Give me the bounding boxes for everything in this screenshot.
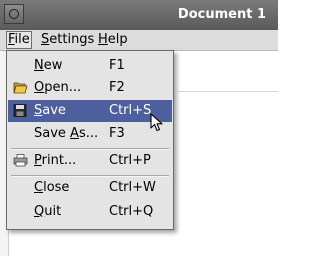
menu-file[interactable]: File [6, 31, 32, 49]
menu-item-save-shortcut: Ctrl+S [109, 103, 152, 118]
menu-item-open-label: Open... [34, 80, 82, 95]
menu-item-print[interactable]: Print... Ctrl+P [8, 150, 172, 172]
app-window: Document 1 File Settings Help New F1 Ope… [0, 0, 278, 256]
menu-file-rest: ile [14, 32, 30, 47]
menu-help-rest: elp [107, 32, 128, 47]
menu-item-close-shortcut: Ctrl+W [109, 180, 156, 195]
printer-icon [13, 154, 28, 167]
title-bar[interactable]: Document 1 [0, 0, 278, 31]
menu-item-open[interactable]: Open... F2 [8, 77, 172, 99]
menu-item-save[interactable]: Save Ctrl+S [8, 100, 172, 122]
folder-open-icon [13, 82, 28, 94]
file-menu-dropdown: New F1 Open... F2 Save Ctrl+S Save As... [6, 50, 174, 230]
menu-item-quit-label: Quit [34, 204, 62, 219]
menu-item-print-shortcut: Ctrl+P [109, 153, 151, 168]
menu-item-new-shortcut: F1 [109, 58, 125, 73]
document-divider [178, 91, 278, 92]
menu-help-mnemonic: H [98, 32, 108, 47]
menu-item-save-as-shortcut: F3 [109, 126, 125, 141]
menu-item-new[interactable]: New F1 [8, 55, 172, 77]
window-menu-button[interactable] [4, 4, 24, 24]
menu-item-quit[interactable]: Quit Ctrl+Q [8, 201, 172, 223]
menu-item-quit-shortcut: Ctrl+Q [109, 204, 154, 219]
menu-item-save-as[interactable]: Save As... F3 [8, 123, 172, 145]
menu-item-close[interactable]: Close Ctrl+W [8, 177, 172, 199]
menu-item-new-label: New [34, 58, 63, 73]
menu-item-print-label: Print... [34, 153, 77, 168]
mouse-pointer-icon [150, 113, 163, 132]
floppy-disk-icon [13, 104, 27, 117]
menu-item-save-as-label: Save As... [34, 126, 99, 141]
window-title: Document 1 [177, 7, 266, 22]
menu-settings[interactable]: Settings [40, 32, 95, 48]
menu-item-open-shortcut: F2 [109, 80, 125, 95]
window-menu-icon [9, 9, 19, 19]
menu-help[interactable]: Help [97, 32, 129, 48]
menu-bar: File Settings Help [0, 30, 278, 51]
menu-item-close-label: Close [34, 180, 70, 195]
menu-item-save-label: Save [34, 103, 66, 118]
menu-settings-rest: ettings [49, 32, 95, 47]
